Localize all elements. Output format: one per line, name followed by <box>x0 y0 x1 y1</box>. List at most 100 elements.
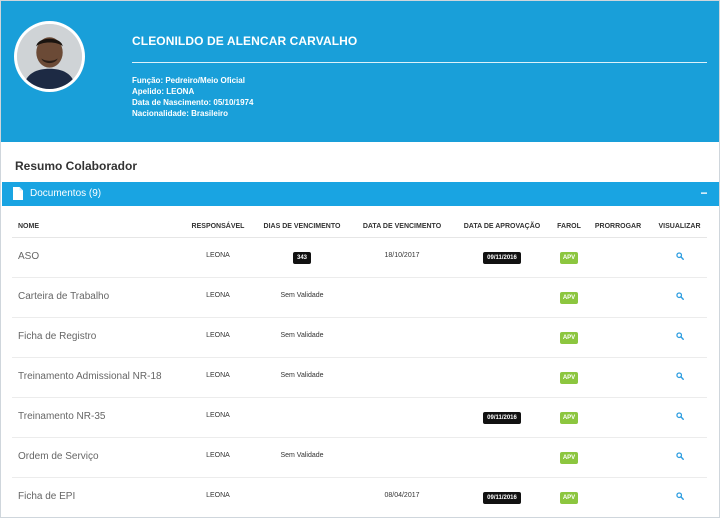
document-name: Ordem de Serviço <box>18 451 99 462</box>
header-farol[interactable]: FAROL <box>553 223 585 230</box>
info-value: LEONA <box>166 87 195 96</box>
status-badge: APV <box>559 252 579 264</box>
info-value: Pedreiro/Meio Oficial <box>165 76 245 85</box>
dias-text: Sem Validade <box>280 292 324 299</box>
table-row: Treinamento NR-35 LEONA 09/11/2016 APV <box>12 398 707 438</box>
info-row: Data de Nascimento: 05/10/1974 <box>132 97 253 108</box>
status-badge: APV <box>559 452 579 464</box>
farol-cell: APV <box>553 332 585 344</box>
dias-vencimento-cell: Sem Validade <box>256 332 348 339</box>
header-nome[interactable]: NOME <box>18 223 39 230</box>
profile-header: CLEONILDO DE ALENCAR CARVALHO Função: Pe… <box>1 1 719 142</box>
dias-text: Sem Validade <box>280 452 324 459</box>
data-vencimento-cell: 08/04/2017 <box>384 492 420 499</box>
info-row: Apelido: LEONA <box>132 86 253 97</box>
header-responsavel[interactable]: RESPONSÁVEL <box>188 223 248 230</box>
responsavel-cell: LEONA <box>206 372 230 379</box>
farol-cell: APV <box>553 452 585 464</box>
info-label: Data de Nascimento: <box>132 98 212 107</box>
search-icon[interactable] <box>675 332 684 340</box>
approval-date-badge: 09/11/2016 <box>483 412 521 424</box>
employee-info: Função: Pedreiro/Meio Oficial Apelido: LE… <box>132 75 253 119</box>
visualizar-cell <box>652 452 707 462</box>
avatar <box>14 21 85 92</box>
approval-date-badge: 09/11/2016 <box>483 492 521 504</box>
status-badge: APV <box>559 292 579 304</box>
info-label: Apelido: <box>132 87 164 96</box>
status-badge: APV <box>559 372 579 384</box>
responsavel-cell: LEONA <box>206 292 230 299</box>
documents-panel-header[interactable]: Documentos (9) − <box>2 182 719 206</box>
header-divider <box>132 62 707 63</box>
employee-name: CLEONILDO DE ALENCAR CARVALHO <box>132 34 358 48</box>
table-body: ASO LEONA 343 18/10/2017 09/11/2016 APV Cartei… <box>12 238 707 517</box>
data-aprovacao-cell: 09/11/2016 <box>456 252 548 264</box>
table-row: Carteira de Trabalho LEONA Sem Validade APV <box>12 278 707 318</box>
search-icon[interactable] <box>675 292 684 300</box>
table-row: Ficha de EPI LEONA 08/04/2017 09/11/2016 APV <box>12 478 707 517</box>
search-icon[interactable] <box>675 492 684 500</box>
approval-date-badge: 09/11/2016 <box>483 252 521 264</box>
visualizar-cell <box>652 292 707 302</box>
info-label: Nacionalidade: <box>132 109 189 118</box>
visualizar-cell <box>652 412 707 422</box>
header-prorrogar[interactable]: PRORROGAR <box>590 223 646 230</box>
table-row: Treinamento Admissional NR-18 LEONA Sem Va… <box>12 358 707 398</box>
data-aprovacao-cell: 09/11/2016 <box>456 412 548 424</box>
search-icon[interactable] <box>675 412 684 420</box>
table-row: ASO LEONA 343 18/10/2017 09/11/2016 APV <box>12 238 707 278</box>
collapse-button[interactable]: − <box>697 186 711 200</box>
status-badge: APV <box>559 492 579 504</box>
document-icon <box>13 187 23 200</box>
avatar-photo <box>17 24 82 89</box>
responsavel-cell: LEONA <box>206 412 230 419</box>
visualizar-cell <box>652 372 707 382</box>
info-label: Função: <box>132 76 164 85</box>
responsavel-cell: LEONA <box>206 252 230 259</box>
farol-cell: APV <box>553 292 585 304</box>
data-aprovacao-cell: 09/11/2016 <box>456 492 548 504</box>
document-name: ASO <box>18 251 40 262</box>
days-badge: 343 <box>292 252 311 264</box>
document-name: Ficha de EPI <box>18 491 76 502</box>
dias-vencimento-cell: Sem Validade <box>256 372 348 379</box>
section-title: Resumo Colaborador <box>15 159 138 173</box>
document-name: Treinamento Admissional NR-18 <box>18 371 162 382</box>
app-frame: CLEONILDO DE ALENCAR CARVALHO Função: Pe… <box>0 0 720 518</box>
dias-text: Sem Validade <box>280 332 324 339</box>
visualizar-cell <box>652 252 707 262</box>
dias-vencimento-cell: Sem Validade <box>256 452 348 459</box>
document-name: Treinamento NR-35 <box>18 411 106 422</box>
table-row: Ficha de Registro LEONA Sem Validade APV <box>12 318 707 358</box>
person-photo-icon <box>17 24 82 89</box>
search-icon[interactable] <box>675 372 684 380</box>
document-name: Ficha de Registro <box>18 331 97 342</box>
status-badge: APV <box>559 412 579 424</box>
dias-vencimento-cell: 343 <box>256 252 348 264</box>
farol-cell: APV <box>553 252 585 264</box>
header-visualizar[interactable]: VISUALIZAR <box>652 223 707 230</box>
info-value: 05/10/1974 <box>213 98 254 107</box>
table-row: Ordem de Serviço LEONA Sem Validade APV <box>12 438 707 478</box>
search-icon[interactable] <box>675 252 684 260</box>
data-vencimento-cell: 18/10/2017 <box>384 252 420 259</box>
responsavel-cell: LEONA <box>206 332 230 339</box>
info-value: Brasileiro <box>191 109 229 118</box>
table-header: NOME RESPONSÁVEL DIAS DE VENCIMENTO DATA… <box>12 207 707 238</box>
header-data-aprovacao[interactable]: DATA DE APROVAÇÃO <box>456 223 548 230</box>
farol-cell: APV <box>553 412 585 424</box>
header-data-vencimento[interactable]: DATA DE VENCIMENTO <box>354 223 450 230</box>
responsavel-cell: LEONA <box>206 452 230 459</box>
dias-vencimento-cell: Sem Validade <box>256 292 348 299</box>
visualizar-cell <box>652 492 707 502</box>
status-badge: APV <box>559 332 579 344</box>
header-dias-vencimento[interactable]: DIAS DE VENCIMENTO <box>256 223 348 230</box>
visualizar-cell <box>652 332 707 342</box>
search-icon[interactable] <box>675 452 684 460</box>
info-row: Nacionalidade: Brasileiro <box>132 108 253 119</box>
info-row: Função: Pedreiro/Meio Oficial <box>132 75 253 86</box>
dias-text: Sem Validade <box>280 372 324 379</box>
documents-table: NOME RESPONSÁVEL DIAS DE VENCIMENTO DATA… <box>12 207 707 517</box>
responsavel-cell: LEONA <box>206 492 230 499</box>
document-name: Carteira de Trabalho <box>18 291 110 302</box>
